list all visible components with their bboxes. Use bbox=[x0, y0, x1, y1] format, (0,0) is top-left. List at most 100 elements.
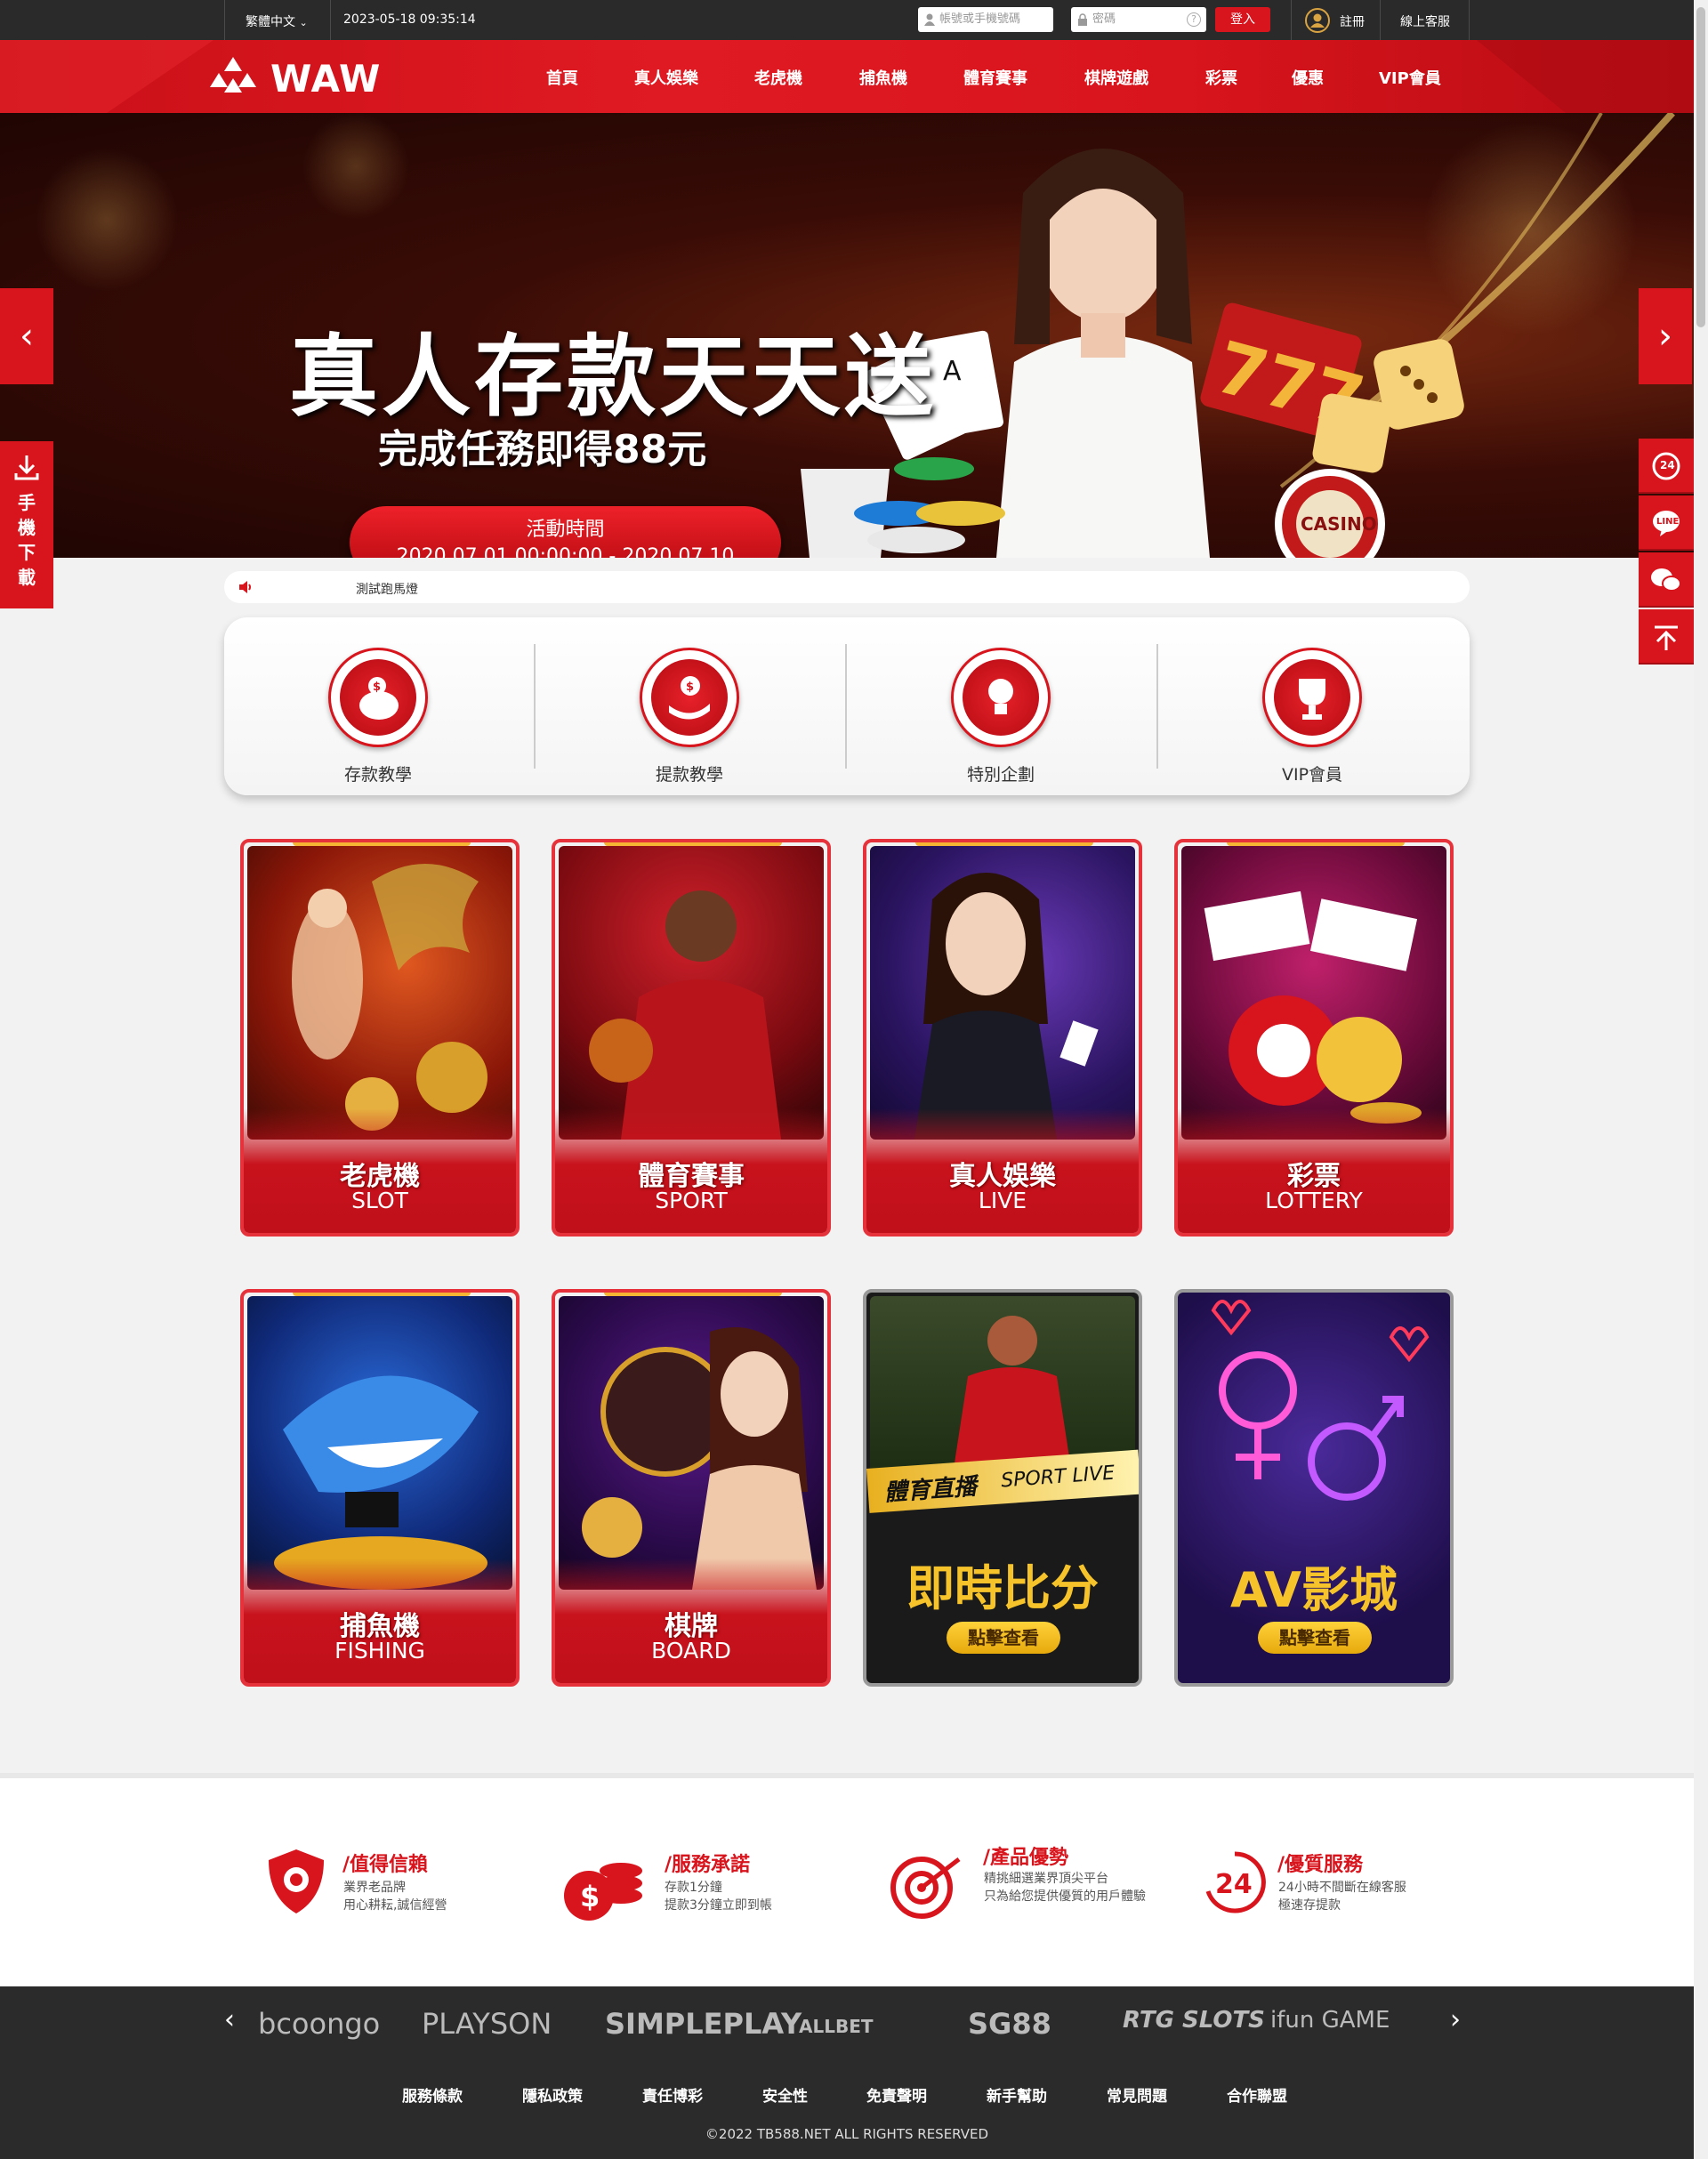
feature-line: 精挑細選業界頂尖平台 bbox=[984, 1872, 1108, 1886]
chevron-right-icon: › bbox=[1450, 2004, 1461, 2035]
game-title-en: FISHING bbox=[334, 1638, 425, 1664]
game-card-fishing[interactable]: 捕魚機 FISHING bbox=[240, 1289, 520, 1687]
user-icon bbox=[924, 13, 935, 26]
support-link[interactable]: 線上客服 bbox=[1400, 12, 1450, 30]
game-card-lottery[interactable]: 彩票 LOTTERY bbox=[1174, 839, 1454, 1237]
banner-prev-button[interactable]: ‹ bbox=[0, 288, 53, 384]
av-view-button[interactable]: 點擊查看 bbox=[1258, 1622, 1372, 1654]
nav-item-promo[interactable]: 優惠 bbox=[1292, 66, 1324, 89]
divider bbox=[1469, 0, 1470, 40]
feature-line: 提款3分鐘立即到帳 bbox=[665, 1898, 772, 1913]
back-to-top-button[interactable] bbox=[1639, 609, 1694, 665]
provider-logo: bcoongo bbox=[258, 2007, 381, 2041]
shield-icon bbox=[269, 1849, 324, 1913]
nav-item-vip[interactable]: VIP會員 bbox=[1379, 66, 1441, 89]
quick-link-label: VIP會員 bbox=[1281, 765, 1343, 785]
help-icon[interactable]: ? bbox=[1187, 12, 1201, 27]
scrollbar-thumb[interactable] bbox=[1696, 7, 1705, 327]
feature-title: /值得信賴 bbox=[342, 1854, 429, 1876]
svg-text:A: A bbox=[943, 356, 962, 387]
footer-link-help[interactable]: 新手幫助 bbox=[987, 2083, 1047, 2106]
footer-link-faq[interactable]: 常見問題 bbox=[1107, 2083, 1167, 2106]
password-input[interactable]: 密碼 ? bbox=[1071, 7, 1206, 32]
mobile-download-button[interactable]: 手機下載 bbox=[0, 441, 53, 608]
account-placeholder: 帳號或手機號碼 bbox=[939, 12, 1021, 26]
game-card-sport[interactable]: 體育賽事 SPORT bbox=[552, 839, 831, 1237]
providers-prev-button[interactable]: ‹ bbox=[224, 2004, 235, 2035]
banner-next-button[interactable]: › bbox=[1639, 288, 1692, 384]
providers-next-button[interactable]: › bbox=[1450, 2004, 1461, 2035]
av-artwork bbox=[1211, 1300, 1430, 1501]
language-select[interactable]: 繁體中文 ⌄ bbox=[246, 12, 308, 30]
casino-chip-label: CASINO bbox=[1301, 513, 1377, 535]
wechat-button[interactable] bbox=[1639, 552, 1694, 608]
footer-link-privacy[interactable]: 隱私政策 bbox=[522, 2083, 583, 2106]
provider-logo: PLAYSON bbox=[422, 2007, 552, 2041]
live-artwork bbox=[870, 846, 1135, 1140]
feature-line: 用心耕耘,誠信經營 bbox=[343, 1898, 447, 1913]
footer-link-affiliate[interactable]: 合作聯盟 bbox=[1227, 2083, 1287, 2106]
feature-line: 業界老品牌 bbox=[343, 1881, 406, 1895]
phone-support-button[interactable]: 24 bbox=[1639, 439, 1694, 494]
page: 繁體中文 ⌄ 2023-05-18 09:35:14 帳號或手機號碼 密碼 ? … bbox=[0, 0, 1694, 2159]
lightbulb-icon bbox=[951, 648, 1051, 747]
feature-line: 24小時不間斷在線客服 bbox=[1278, 1881, 1406, 1895]
footer-link-terms[interactable]: 服務條款 bbox=[402, 2083, 463, 2106]
logo-icon[interactable] bbox=[206, 55, 260, 100]
footer-link-security[interactable]: 安全性 bbox=[762, 2083, 808, 2106]
banner-period-badge: 活動時間 2020.07.01 00:00:00 - 2020.07.10 23… bbox=[350, 506, 781, 558]
provider-logo: RTG SLOTS bbox=[1123, 2007, 1265, 2034]
game-title-en: SLOT bbox=[351, 1188, 408, 1213]
password-placeholder: 密碼 bbox=[1092, 12, 1116, 26]
nav-item-board[interactable]: 棋牌遊戲 bbox=[1084, 66, 1148, 89]
game-card-board[interactable]: 棋牌 BOARD bbox=[552, 1289, 831, 1687]
card-accent bbox=[604, 1293, 782, 1296]
feature-text: 24小時不間斷在線客服 極速存提款 bbox=[1278, 1879, 1406, 1914]
provider-logo: ALLBET bbox=[799, 2016, 874, 2037]
promo-card-av[interactable]: AV影城 點擊查看 bbox=[1174, 1289, 1454, 1687]
announcement-marquee: 測試跑馬燈 bbox=[224, 571, 1470, 603]
divider bbox=[224, 0, 225, 40]
feature-text: 存款1分鐘提款3分鐘立即到帳 bbox=[665, 1879, 772, 1914]
game-card-slot[interactable]: 老虎機 SLOT bbox=[240, 839, 520, 1237]
game-title-en: LOTTERY bbox=[1265, 1188, 1363, 1213]
hand-coin-icon: $ bbox=[640, 648, 739, 747]
nav-item-lottery[interactable]: 彩票 bbox=[1205, 66, 1237, 89]
divider bbox=[1291, 0, 1292, 40]
provider-logo: SIMPLEPLAY bbox=[605, 2007, 802, 2041]
feature-text: 精挑細選業界頂尖平台只為給您提供優質的用戶體驗 bbox=[984, 1870, 1162, 1905]
promo-card-sport-live[interactable]: 體育直播 SPORT LIVE 即時比分 點擊查看 bbox=[863, 1289, 1142, 1687]
board-artwork bbox=[559, 1296, 824, 1590]
game-card-live[interactable]: 真人娛樂 LIVE bbox=[863, 839, 1142, 1237]
login-button[interactable]: 登入 bbox=[1215, 7, 1270, 32]
account-input[interactable]: 帳號或手機號碼 bbox=[918, 7, 1053, 32]
coins-icon: $ bbox=[564, 1863, 642, 1921]
back-to-top-icon bbox=[1655, 625, 1678, 650]
nav-item-home[interactable]: 首頁 bbox=[546, 66, 578, 89]
nav-item-fishing[interactable]: 捕魚機 bbox=[859, 66, 907, 89]
sport-live-title: 即時比分 bbox=[906, 1560, 1099, 1616]
target-icon bbox=[890, 1857, 961, 1919]
nav-item-sports[interactable]: 體育賽事 bbox=[963, 66, 1027, 89]
trophy-icon bbox=[1262, 648, 1362, 747]
sport-live-view-button[interactable]: 點擊查看 bbox=[947, 1622, 1060, 1654]
feature-line: 存款1分鐘 bbox=[665, 1881, 722, 1895]
line-button[interactable]: LINE bbox=[1639, 495, 1694, 551]
fishing-artwork bbox=[247, 1296, 512, 1590]
nav-item-slot[interactable]: 老虎機 bbox=[754, 66, 802, 89]
logo-text[interactable]: WAW bbox=[270, 57, 381, 101]
quick-links-panel: $ 存款教學 $ 提款教學 特別企劃 VIP會員 bbox=[224, 617, 1470, 795]
hero-banner[interactable]: A 777 CASINO 真人存款天天送 完成任務即得88元 活動時間 2020… bbox=[0, 113, 1694, 558]
card-accent bbox=[915, 842, 1093, 846]
quick-link-label: 提款教學 bbox=[655, 765, 723, 785]
nav-item-live[interactable]: 真人娛樂 bbox=[634, 66, 698, 89]
feature-text: 業界老品牌用心耕耘,誠信經營 bbox=[343, 1879, 447, 1914]
chevron-down-icon: ⌄ bbox=[299, 17, 308, 28]
chevron-right-icon: › bbox=[1658, 316, 1672, 357]
footer-link-responsible[interactable]: 責任博彩 bbox=[642, 2083, 703, 2106]
wechat-icon bbox=[1651, 568, 1681, 592]
piggy-bank-icon: $ bbox=[328, 648, 428, 747]
feature-title: /產品優勢 bbox=[983, 1847, 1069, 1869]
feature-line: 只為給您提供優質的用戶體驗 bbox=[984, 1889, 1146, 1904]
footer-link-disclaimer[interactable]: 免責聲明 bbox=[866, 2083, 927, 2106]
